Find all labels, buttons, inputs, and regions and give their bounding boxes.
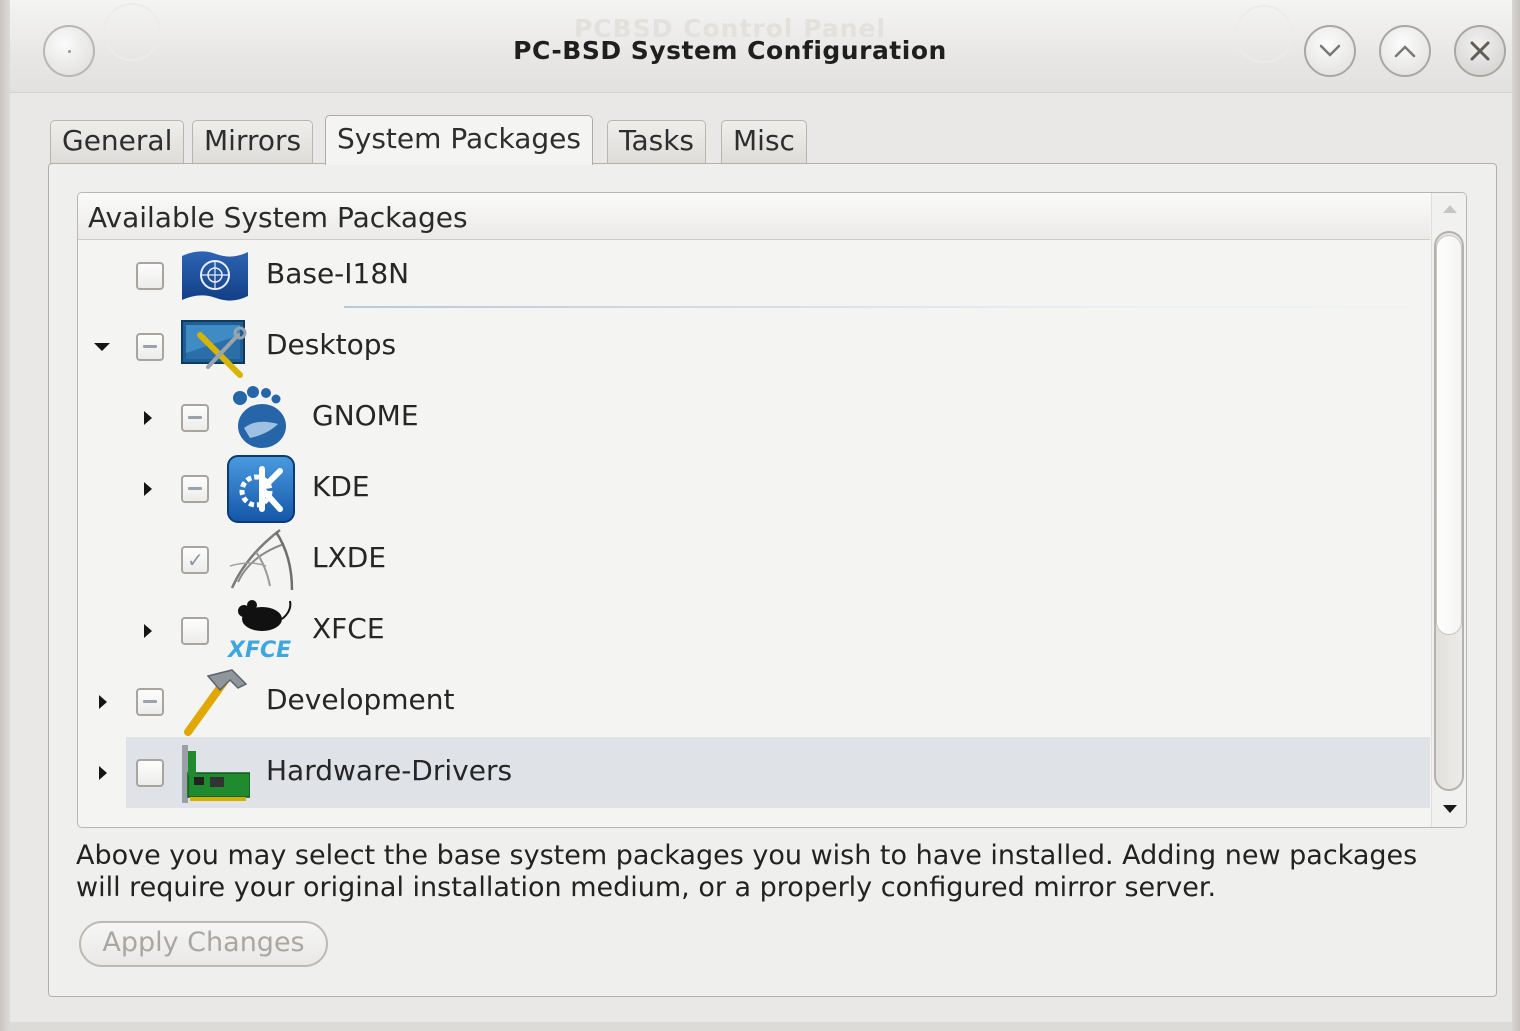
checkbox-base-i18n[interactable] xyxy=(136,261,164,290)
hammer-icon xyxy=(184,668,248,736)
chevron-down-icon xyxy=(1319,44,1341,57)
label-development: Development xyxy=(266,682,455,716)
desktop-tools-icon xyxy=(181,319,247,378)
pci-card-icon xyxy=(182,744,250,803)
expand-arrow-down-icon[interactable] xyxy=(94,342,110,351)
expand-arrow-right-icon[interactable] xyxy=(144,623,152,638)
maximize-button[interactable] xyxy=(1379,25,1431,77)
tab-general[interactable]: General xyxy=(50,120,185,164)
vertical-scrollbar[interactable] xyxy=(1431,193,1466,827)
label-desktops: Desktops xyxy=(266,327,397,361)
window-frame-left xyxy=(0,0,10,1031)
row-divider xyxy=(344,306,1466,308)
minimize-button[interactable] xyxy=(1304,25,1356,77)
scrollbar-thumb[interactable] xyxy=(1436,235,1462,635)
svg-text:XFCE: XFCE xyxy=(226,638,291,663)
window-frame-right xyxy=(1512,0,1520,1031)
scroll-up-arrow-icon[interactable] xyxy=(1443,205,1457,213)
label-hardware-drivers: Hardware-Drivers xyxy=(266,753,513,787)
checkbox-gnome[interactable] xyxy=(181,403,209,432)
tab-mirrors[interactable]: Mirrors xyxy=(192,120,314,164)
window-bottom-edge xyxy=(10,1022,1512,1031)
label-base-i18n: Base-I18N xyxy=(266,256,410,290)
checkbox-desktops[interactable] xyxy=(136,332,164,361)
window-title: PC-BSD System Configuration xyxy=(513,36,947,65)
label-lxde: LXDE xyxy=(312,540,387,574)
checkbox-development[interactable] xyxy=(136,687,164,716)
checkbox-hardware-drivers[interactable] xyxy=(136,758,164,787)
expand-arrow-right-icon[interactable] xyxy=(99,765,107,780)
flag-icon xyxy=(182,250,248,301)
label-kde: KDE xyxy=(312,469,370,503)
expand-arrow-right-icon[interactable] xyxy=(144,481,152,496)
gnome-foot-icon xyxy=(233,385,286,448)
tree-row-gnome[interactable]: GNOME xyxy=(78,382,1430,453)
tab-system-packages[interactable]: System Packages xyxy=(325,115,593,165)
tree-row-kde[interactable]: KDE xyxy=(78,453,1430,524)
description-text: Above you may select the base system pac… xyxy=(76,840,1418,903)
tree-row-hardware-drivers[interactable]: Hardware-Drivers xyxy=(78,737,1430,808)
expand-arrow-right-icon[interactable] xyxy=(99,694,107,709)
close-icon xyxy=(1470,41,1490,61)
tree-row-base-i18n[interactable]: Base-I18N xyxy=(78,240,1430,311)
apply-changes-button[interactable]: Apply Changes xyxy=(79,921,328,967)
tree-row-development[interactable]: Development xyxy=(78,666,1430,737)
expand-arrow-right-icon[interactable] xyxy=(144,410,152,425)
tree-row-lxde[interactable]: LXDE xyxy=(78,524,1430,595)
tab-misc[interactable]: Misc xyxy=(721,120,807,164)
xfce-mouse-icon: XFCE xyxy=(226,599,292,663)
tree-row-xfce[interactable]: XFCE XFCE xyxy=(78,595,1430,666)
kde-gear-icon xyxy=(227,454,295,523)
close-button[interactable] xyxy=(1454,25,1506,77)
title-bar[interactable]: PCBSD Control Panel PC-BSD System Config… xyxy=(10,0,1512,93)
label-gnome: GNOME xyxy=(312,398,419,432)
tree-row-desktops[interactable]: Desktops xyxy=(78,311,1430,382)
chevron-up-icon xyxy=(1394,45,1416,58)
lxde-icon xyxy=(229,528,294,590)
checkbox-kde[interactable] xyxy=(181,474,209,503)
label-xfce: XFCE xyxy=(312,611,385,645)
packages-tree[interactable]: Available System Packages Base-I18N Desk… xyxy=(77,192,1467,828)
checkbox-lxde[interactable] xyxy=(181,545,209,574)
scroll-down-arrow-icon[interactable] xyxy=(1443,805,1457,813)
checkbox-xfce[interactable] xyxy=(181,616,209,645)
tree-header[interactable]: Available System Packages xyxy=(78,193,1430,240)
tab-tasks[interactable]: Tasks xyxy=(607,120,707,164)
